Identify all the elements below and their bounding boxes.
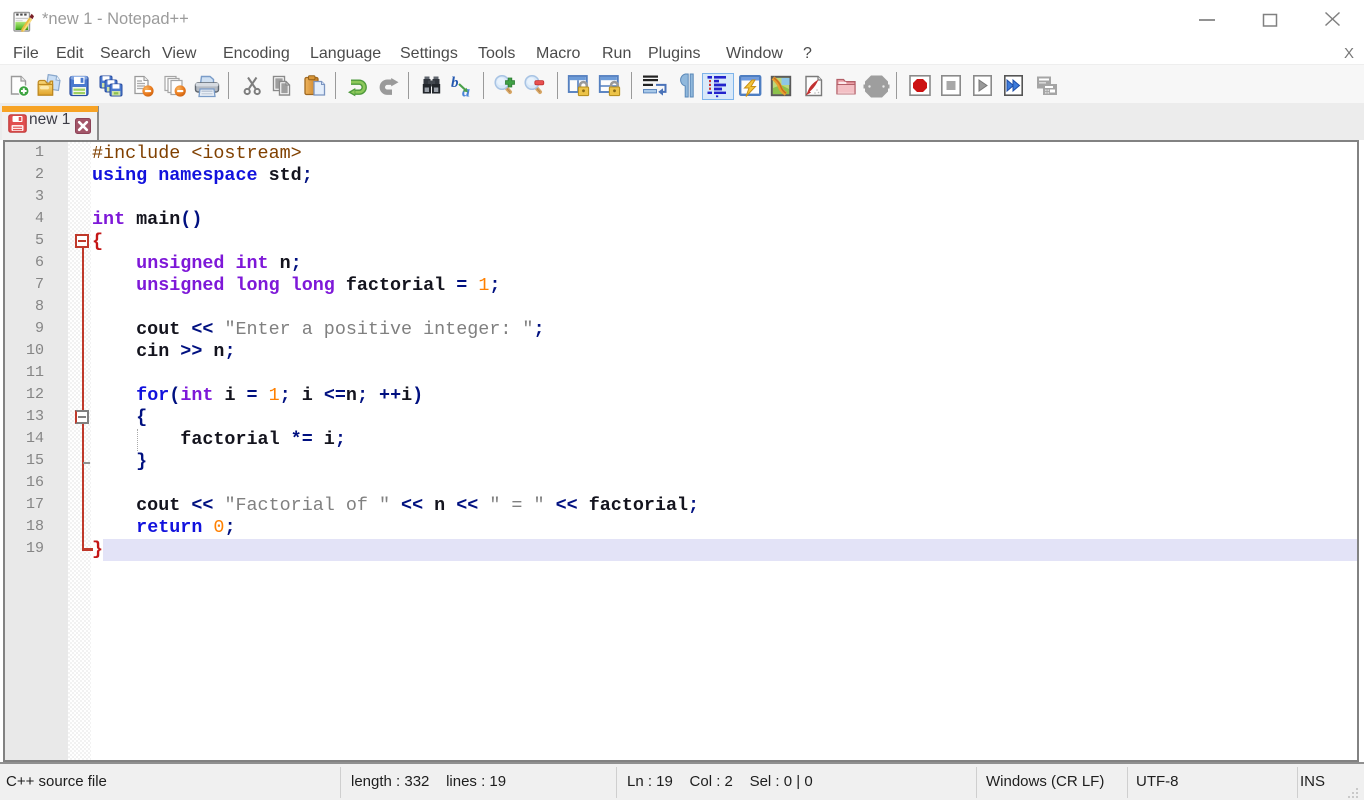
svg-text:b: b — [451, 75, 459, 91]
